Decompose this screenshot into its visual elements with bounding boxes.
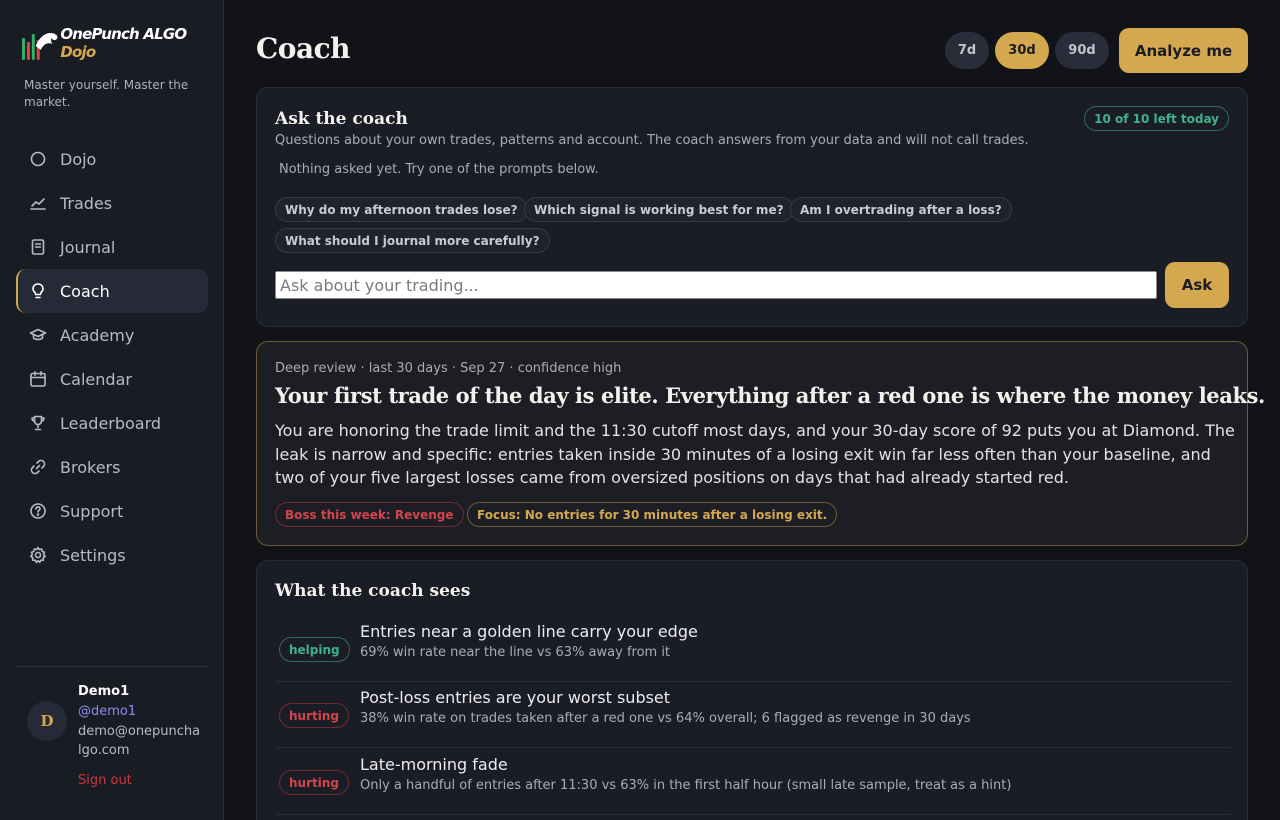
coach-sees-title: What the coach sees (275, 581, 471, 601)
graduation-cap-icon (29, 326, 47, 344)
insight-detail: 38% win rate on trades taken after a red… (360, 711, 971, 726)
sidebar-item-settings[interactable]: Settings (16, 533, 208, 577)
user-email: demo@onepunchalgo.com (78, 724, 201, 758)
sidebar-item-journal[interactable]: Journal (16, 225, 208, 269)
insight-row[interactable]: hurting Post-loss entries are your worst… (275, 681, 1230, 748)
insight-title: Post-loss entries are your worst subset (360, 688, 671, 707)
help-circle-icon (29, 502, 47, 520)
brand-name: OnePunch ALGO Dojo (60, 25, 187, 61)
ask-coach-card: Ask the coach 10 of 10 left today Questi… (256, 87, 1248, 327)
hurting-badge: hurting (279, 770, 349, 795)
coach-sees-card: What the coach sees helping Entries near… (256, 560, 1248, 820)
gear-icon (29, 546, 47, 564)
insight-detail: 69% win rate near the line vs 63% away f… (360, 645, 671, 660)
brand-logo[interactable]: OnePunch ALGO Dojo (22, 24, 223, 64)
link-icon (29, 458, 47, 476)
sidebar-item-label: Leaderboard (60, 413, 162, 433)
page-title: Coach (256, 32, 351, 65)
insight-title: Late-morning fade (360, 755, 508, 774)
sidebar-item-label: Calendar (60, 369, 132, 389)
circle-icon (29, 150, 47, 168)
range-90d-button[interactable]: 90d (1055, 32, 1109, 69)
sidebar-item-dojo[interactable]: Dojo (16, 137, 208, 181)
sidebar-item-label: Academy (60, 325, 135, 345)
sidebar-item-label: Support (60, 501, 124, 521)
prompt-chip[interactable]: Why do my afternoon trades lose? (275, 197, 528, 222)
insight-title: Entries near a golden line carry your ed… (360, 622, 698, 641)
trophy-icon (29, 414, 47, 432)
quota-badge: 10 of 10 left today (1084, 106, 1229, 131)
ask-coach-subtitle: Questions about your own trades, pattern… (275, 133, 1029, 148)
sidebar-item-label: Journal (60, 237, 116, 257)
focus-badge: Focus: No entries for 30 minutes after a… (467, 502, 838, 527)
sidebar-item-label: Trades (60, 193, 113, 213)
line-chart-icon (29, 194, 47, 212)
ask-coach-title: Ask the coach (275, 109, 408, 129)
prompt-chip[interactable]: Am I overtrading after a loss? (790, 197, 1012, 222)
brand-tagline: Master yourself. Master the market. (24, 78, 189, 109)
sidebar-item-label: Brokers (60, 457, 121, 477)
avatar[interactable]: D (27, 701, 67, 741)
sidebar-item-label: Coach (60, 281, 110, 301)
sidebar-item-leaderboard[interactable]: Leaderboard (16, 401, 208, 445)
analyze-me-button[interactable]: Analyze me (1119, 28, 1248, 73)
range-30d-button[interactable]: 30d (995, 32, 1049, 69)
helping-badge: helping (279, 637, 350, 662)
deep-review-card: Deep review · last 30 days · Sep 27 · co… (256, 341, 1265, 546)
sidebar-item-support[interactable]: Support (16, 489, 208, 533)
insight-row[interactable]: helping Entries near a golden line carry… (275, 615, 1230, 682)
sidebar-item-label: Dojo (60, 149, 97, 169)
lightbulb-icon (29, 282, 47, 300)
user-name: Demo1 (78, 684, 130, 699)
prompt-chip[interactable]: Which signal is working best for me? (524, 197, 794, 222)
empty-state-text: Nothing asked yet. Try one of the prompt… (279, 162, 599, 177)
boss-badge: Boss this week: Revenge (275, 502, 464, 527)
review-headline: Your first trade of the day is elite. Ev… (275, 383, 1265, 408)
user-handle: @demo1 (78, 704, 137, 719)
sidebar-item-label: Settings (60, 545, 126, 565)
range-7d-button[interactable]: 7d (945, 32, 989, 69)
sign-out-link[interactable]: Sign out (78, 773, 132, 788)
journal-icon (29, 238, 47, 256)
calendar-icon (29, 370, 47, 388)
hurting-badge: hurting (279, 703, 349, 728)
ask-input[interactable] (275, 271, 1157, 299)
sidebar-item-coach[interactable]: Coach (16, 269, 208, 313)
insight-detail: Only a handful of entries after 11:30 vs… (360, 778, 1012, 793)
sidebar-item-trades[interactable]: Trades (16, 181, 208, 225)
sidebar-nav: Dojo Trades Journal Coach Academy Calend… (16, 137, 208, 577)
review-meta: Deep review · last 30 days · Sep 27 · co… (275, 361, 622, 376)
sidebar-item-brokers[interactable]: Brokers (16, 445, 208, 489)
sidebar: OnePunch ALGO Dojo Master yourself. Mast… (0, 0, 224, 820)
sidebar-item-calendar[interactable]: Calendar (16, 357, 208, 401)
review-body: You are honoring the trade limit and the… (275, 421, 1235, 487)
divider (16, 666, 208, 667)
sidebar-item-academy[interactable]: Academy (16, 313, 208, 357)
insight-row[interactable]: hurting Late-morning fade Only a handful… (275, 748, 1230, 815)
logo-mark-icon (22, 32, 58, 60)
prompt-chip[interactable]: What should I journal more carefully? (275, 228, 550, 253)
ask-button[interactable]: Ask (1165, 262, 1229, 308)
